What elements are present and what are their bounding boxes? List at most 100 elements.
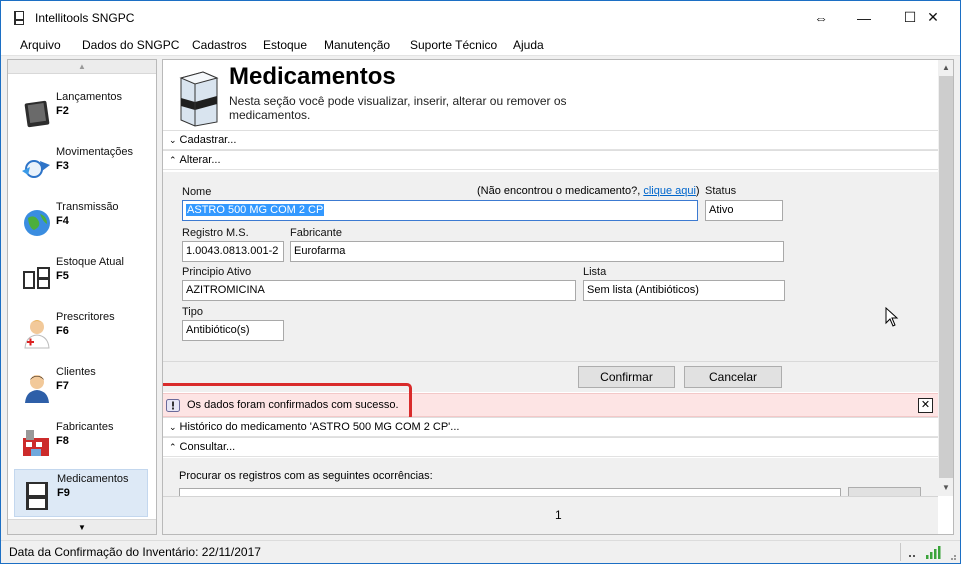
nome-label: Nome <box>182 186 212 198</box>
expand-chevron-icon: ⌄ <box>169 422 177 432</box>
not-found-text: (Não encontrou o medicamento?, <box>477 185 644 197</box>
doctor-icon <box>24 320 50 349</box>
status-label: Status <box>705 185 737 197</box>
page-title: Medicamentos <box>229 63 396 90</box>
section-historico-toggle[interactable]: ⌄ Histórico do medicamento 'ASTRO 500 MG … <box>163 417 938 437</box>
click-here-link[interactable]: clique aqui <box>643 185 696 197</box>
sidebar-item-label: Clientes <box>56 366 96 378</box>
signal-strength-icon <box>926 546 941 559</box>
collapse-chevron-icon: ⌃ <box>169 442 177 452</box>
inventory-confirmation-date: Data da Confirmação do Inventário: 22/11… <box>9 545 261 559</box>
registro-label: Registro M.S. <box>182 227 249 239</box>
sidebar-item-label: Fabricantes <box>56 421 114 433</box>
sidebar-item-shortcut: F4 <box>56 215 69 227</box>
sidebar-item-medicamentos[interactable]: Medicamentos F9 <box>14 469 148 517</box>
nome-value: ASTRO 500 MG COM 2 CP <box>186 204 325 216</box>
section-cadastrar-toggle[interactable]: ⌄ Cadastrar... <box>163 130 938 150</box>
fabricante-input[interactable]: Eurofarma <box>290 241 784 262</box>
medicine-box-icon <box>26 482 48 510</box>
sidebar-item-fabricantes[interactable]: Fabricantes F8 <box>14 418 148 466</box>
menu-dados-sngpc[interactable]: Dados do SNGPC <box>82 38 179 52</box>
scroll-down-arrow-icon[interactable]: ▼ <box>938 480 953 496</box>
menu-suporte-tecnico[interactable]: Suporte Técnico <box>410 38 497 52</box>
menu-cadastros[interactable]: Cadastros <box>192 38 247 52</box>
minimize-button[interactable]: — <box>841 1 887 34</box>
sidebar-item-label: Estoque Atual <box>56 256 124 268</box>
page-description: Nesta seção você pode visualizar, inseri… <box>229 94 567 122</box>
sidebar-item-shortcut: F9 <box>57 487 70 499</box>
status-dots-icon <box>909 555 915 557</box>
fabricante-label: Fabricante <box>290 227 342 239</box>
sidebar-item-shortcut: F7 <box>56 380 69 392</box>
sidebar-item-estoque-atual[interactable]: Estoque Atual F5 <box>14 253 148 301</box>
transfer-arrows-icon <box>22 160 50 178</box>
factory-icon <box>23 430 49 456</box>
menu-manutencao[interactable]: Manutenção <box>324 38 390 52</box>
window-title: Intellitools SNGPC <box>35 11 135 25</box>
medicine-box-icon <box>179 71 219 127</box>
sidebar-item-clientes[interactable]: Clientes F7 <box>14 363 148 411</box>
resize-arrows-icon[interactable]: ⇔ <box>801 1 841 34</box>
main-panel: Medicamentos Nesta seção você pode visua… <box>162 59 954 535</box>
tipo-select[interactable]: Antibiótico(s) <box>182 320 284 341</box>
sidebar-item-shortcut: F3 <box>56 160 69 172</box>
alert-close-button[interactable]: ✕ <box>918 398 933 413</box>
menu-arquivo[interactable]: Arquivo <box>20 38 61 52</box>
not-found-hint: (Não encontrou o medicamento?, clique aq… <box>477 185 700 197</box>
sidebar-item-label: Transmissão <box>56 201 119 213</box>
sidebar-scroll-down-button[interactable]: ▼ <box>8 519 156 534</box>
sidebar-item-label: Lançamentos <box>56 91 123 103</box>
annotation-highlight-box <box>163 383 412 421</box>
principio-ativo-label: Principio Ativo <box>182 266 252 278</box>
globe-icon <box>24 210 50 236</box>
sidebar-item-label: Medicamentos <box>57 473 129 485</box>
sidebar-item-shortcut: F5 <box>56 270 69 282</box>
close-window-button[interactable]: ✕ <box>910 1 956 34</box>
mouse-cursor-icon <box>885 307 899 327</box>
principio-ativo-input[interactable]: AZITROMICINA <box>182 280 576 301</box>
sidebar-item-lancamentos[interactable]: Lançamentos F2 <box>14 88 148 136</box>
section-label: Cadastrar... <box>179 134 237 146</box>
page-number-link[interactable]: 1 <box>555 508 562 522</box>
ledger-book-icon <box>24 100 50 128</box>
pagination-bar: 1 <box>163 496 938 534</box>
not-found-text-end: ) <box>695 185 700 197</box>
sidebar-item-label: Prescritores <box>56 311 115 323</box>
sidebar-item-transmissao[interactable]: Transmissão F4 <box>14 198 148 246</box>
stock-boxes-icon <box>23 267 50 289</box>
menu-ajuda[interactable]: Ajuda <box>513 38 544 52</box>
sidebar-item-shortcut: F8 <box>56 435 69 447</box>
section-label: Alterar... <box>179 154 221 166</box>
main-vertical-scrollbar[interactable]: ▲ ▼ <box>938 60 953 496</box>
navigation-sidebar: ▲ Lançamentos F2 Movimentações F3 Transm… <box>7 59 157 535</box>
nome-input[interactable]: ASTRO 500 MG COM 2 CP <box>182 200 698 221</box>
status-select[interactable]: Ativo <box>705 200 783 221</box>
lista-select[interactable]: Sem lista (Antibióticos) <box>583 280 785 301</box>
sidebar-item-prescritores[interactable]: Prescritores F6 <box>14 308 148 356</box>
registro-input[interactable]: 1.0043.0813.001-2 <box>182 241 284 262</box>
sidebar-scroll-up-button[interactable]: ▲ <box>8 60 156 74</box>
status-separator <box>900 543 901 561</box>
section-label: Consultar... <box>179 441 236 453</box>
search-label: Procurar os registros com as seguintes o… <box>179 470 433 482</box>
sidebar-item-label: Movimentações <box>56 146 134 158</box>
sidebar-item-movimentacoes[interactable]: Movimentações F3 <box>14 143 148 191</box>
cancel-button[interactable]: Cancelar <box>684 366 782 388</box>
scroll-up-arrow-icon[interactable]: ▲ <box>938 60 953 76</box>
section-alterar-toggle[interactable]: ⌃ Alterar... <box>163 150 938 170</box>
menu-estoque[interactable]: Estoque <box>263 38 307 52</box>
resize-grip-icon[interactable] <box>947 551 957 561</box>
title-bar: Intellitools SNGPC ⇔ — ☐ ✕ <box>1 1 960 34</box>
confirm-button[interactable]: Confirmar <box>578 366 675 388</box>
scrollbar-thumb[interactable] <box>939 76 953 478</box>
status-bar: Data da Confirmação do Inventário: 22/11… <box>1 540 960 563</box>
app-window: Intellitools SNGPC ⇔ — ☐ ✕ Arquivo Dados… <box>0 0 961 564</box>
edit-form: Nome (Não encontrou o medicamento?, cliq… <box>163 172 938 362</box>
section-consultar-toggle[interactable]: ⌃ Consultar... <box>163 437 938 457</box>
tipo-label: Tipo <box>182 306 203 318</box>
collapse-chevron-icon: ⌃ <box>169 155 177 165</box>
menu-bar: Arquivo Dados do SNGPC Cadastros Estoque… <box>1 34 960 56</box>
lista-label: Lista <box>583 266 607 278</box>
app-logo-icon <box>14 11 24 25</box>
expand-chevron-icon: ⌄ <box>169 135 177 145</box>
